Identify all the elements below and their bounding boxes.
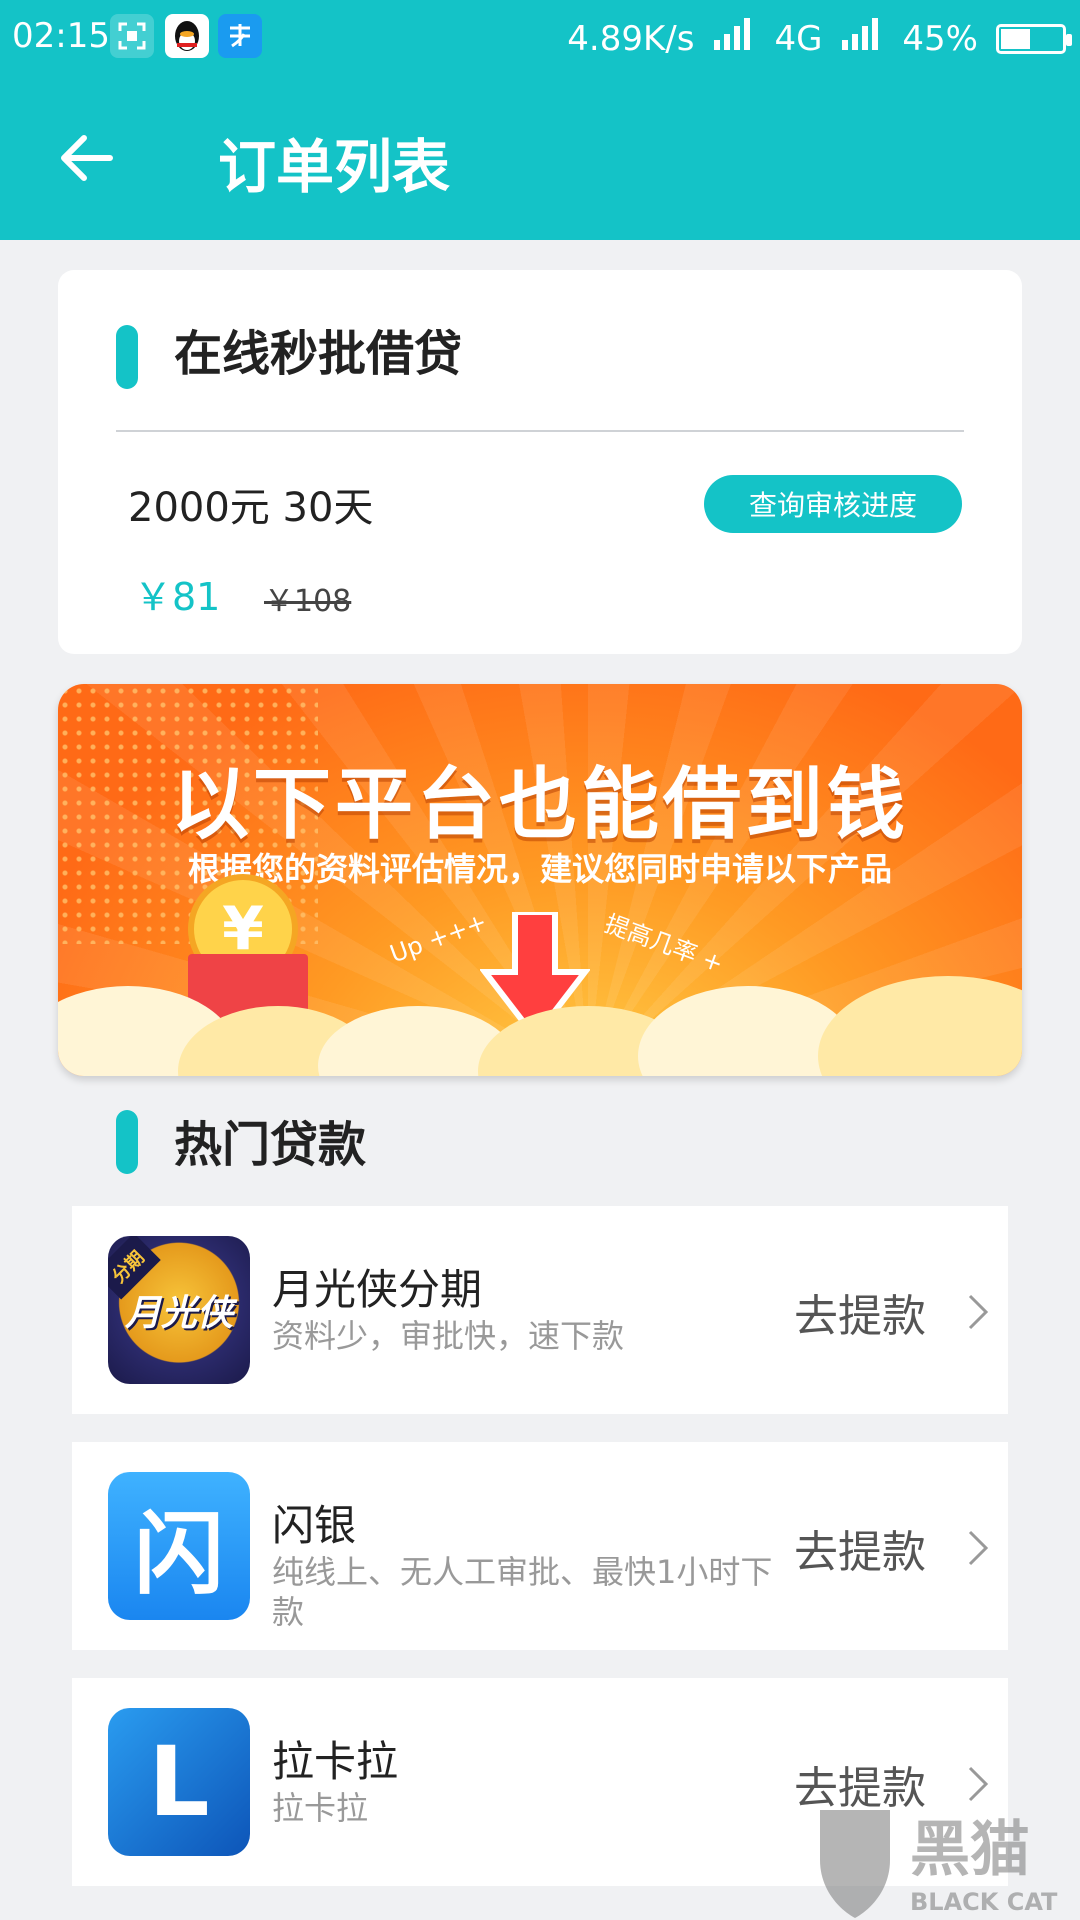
loan-info: 2000元 30天 (128, 485, 374, 531)
banner-subline: 根据您的资料评估情况，建议您同时申请以下产品 (187, 850, 892, 888)
banner-clouds (58, 956, 1022, 1076)
app-icon-text: 月光侠 (124, 1293, 233, 1334)
section-accent-bar (116, 1110, 138, 1174)
withdraw-link[interactable]: 去提款 (794, 1516, 926, 1580)
page-title: 订单列表 (218, 133, 451, 201)
signal-icon-2 (840, 16, 884, 61)
query-progress-button[interactable]: 查询审核进度 (704, 475, 962, 533)
battery-icon (996, 23, 1072, 54)
shanyin-app-icon: 闪 (108, 1472, 250, 1620)
app-icon-text: 闪 (134, 1502, 224, 1607)
app-icon-text: L (148, 1726, 210, 1838)
alipay-icon (218, 14, 262, 58)
battery-text: 45% (902, 18, 978, 59)
banner-headline: 以下平台也能借到钱 (170, 760, 909, 850)
loan-item-shanyin[interactable]: 闪 闪银 纯线上、无人工审批、最快1小时下款 去提款 (72, 1442, 1008, 1650)
loan-item-name: 月光侠分期 (272, 1265, 483, 1314)
loan-item-desc: 拉卡拉 (272, 1789, 369, 1827)
loan-item-desc: 资料少，审批快，速下款 (272, 1317, 625, 1355)
chevron-right-icon (964, 1292, 992, 1332)
order-title: 在线秒批借贷 (174, 326, 463, 382)
section-title: 热门贷款 (174, 1117, 367, 1173)
blackcat-watermark: 黑猫 BLACK CAT (810, 1800, 1080, 1920)
original-price: ￥108 (264, 584, 352, 619)
qq-icon (165, 14, 209, 58)
order-card: 在线秒批借贷 2000元 30天 查询审核进度 ￥81 ￥108 (58, 270, 1022, 654)
withdraw-link[interactable]: 去提款 (794, 1280, 926, 1344)
price: ￥81 (134, 575, 221, 619)
watermark-cn: 黑猫 (910, 1815, 1030, 1885)
lakala-app-icon: L (108, 1708, 250, 1856)
status-time: 02:15 (12, 16, 110, 56)
screenshot-icon (110, 14, 154, 58)
net-speed: 4.89K/s (567, 18, 695, 59)
network-type: 4G (774, 18, 823, 59)
app-bar: 订单列表 (0, 76, 1080, 240)
battery-fill (1001, 28, 1030, 49)
loan-item-name: 拉卡拉 (272, 1737, 399, 1786)
loan-item-desc: 纯线上、无人工审批、最快1小时下款 (272, 1553, 773, 1631)
chevron-right-icon (964, 1528, 992, 1568)
hot-loans-section: 热门贷款 (0, 1105, 1080, 1185)
loan-item-yueguangxia[interactable]: 分期 月光侠 月光侠分期 资料少，审批快，速下款 去提款 (72, 1206, 1008, 1414)
signal-icon (712, 16, 756, 61)
yueguangxia-app-icon: 分期 月光侠 (108, 1236, 250, 1384)
watermark-en: BLACK CAT (910, 1888, 1058, 1916)
promo-banner[interactable]: 以下平台也能借到钱 根据您的资料评估情况，建议您同时申请以下产品 ¥ Up ++… (58, 684, 1022, 1076)
loan-item-name: 闪银 (272, 1501, 357, 1550)
divider (116, 430, 964, 432)
section-accent-bar (116, 325, 138, 389)
chevron-right-icon (964, 1764, 992, 1804)
status-bar: 02:15 4.89K/s 4G 45% (0, 0, 1080, 76)
arrow-left-icon[interactable] (58, 132, 114, 184)
